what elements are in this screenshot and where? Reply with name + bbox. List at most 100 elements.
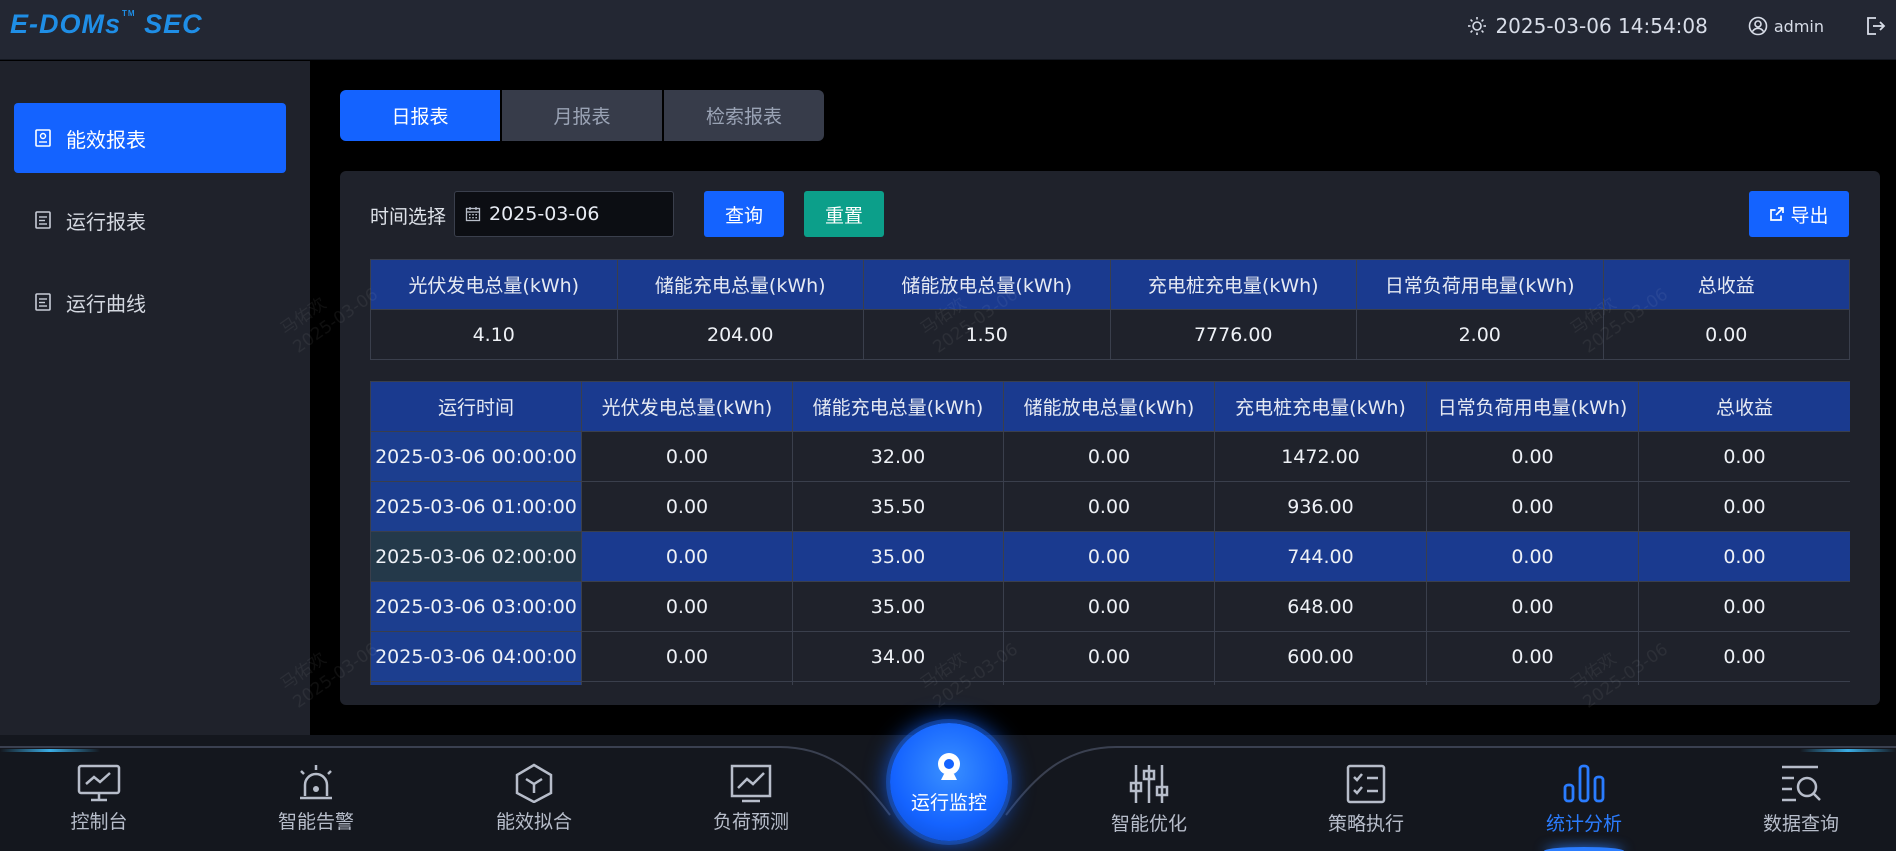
checklist-icon <box>1346 764 1386 804</box>
center-monitor-button[interactable]: 运行监控 <box>890 723 1008 841</box>
nav-item-data-query[interactable]: 数据查询 <box>1731 763 1871 836</box>
logout-button[interactable] <box>1864 15 1886 37</box>
export-button[interactable]: 导出 <box>1749 191 1849 237</box>
time-select-label: 时间选择 <box>370 206 447 228</box>
export-icon <box>1770 207 1785 221</box>
search-list-icon <box>1782 765 1821 802</box>
detail-header-row: 运行时间 光伏发电总量(kWh) 储能充电总量(kWh) 储能放电总量(kWh)… <box>370 381 1850 432</box>
summary-cell: 204.00 <box>616 309 864 360</box>
table-cell: 0.00 <box>1638 581 1850 632</box>
table-row[interactable]: 2025-03-06 04:00:00 0.00 34.00 0.00 600.… <box>370 631 1850 682</box>
nav-item-label: 统计分析 <box>1545 813 1622 835</box>
table-cell: 0.00 <box>1426 431 1639 482</box>
logout-icon <box>1867 17 1886 35</box>
table-cell <box>1638 681 1850 685</box>
bar-chart-icon <box>1563 764 1605 803</box>
sidebar-item-energy-report[interactable]: 能效报表 <box>14 103 286 173</box>
table-cell: 600.00 <box>1214 631 1427 682</box>
table-cell: 35.00 <box>792 531 1004 582</box>
nav-item-smart-optimize[interactable]: 智能优化 <box>1079 763 1219 836</box>
table-cell: 0.00 <box>1003 531 1215 582</box>
summary-cell: 2.00 <box>1356 309 1604 360</box>
table-cell: 0.00 <box>581 431 793 482</box>
nav-item-strategy[interactable]: 策略执行 <box>1296 763 1436 836</box>
nav-item-load-forecast[interactable]: 负荷预测 <box>681 763 821 834</box>
date-picker[interactable]: 2025-03-06 <box>454 191 674 237</box>
table-cell: 32.00 <box>792 431 1004 482</box>
table-row[interactable]: 2025-03-06 01:00:00 0.00 35.50 0.00 936.… <box>370 481 1850 532</box>
detail-header: 储能充电总量(kWh) <box>792 381 1004 432</box>
sidebar-item-operation-curve[interactable]: 运行曲线 <box>14 267 286 337</box>
table-cell: 2025-03-06 01:00:00 <box>370 481 582 532</box>
summary-cell: 1.50 <box>863 309 1111 360</box>
top-header: E-DOMsTM SEC 2025-03-06 14:54:08 admin <box>0 0 1896 60</box>
user-menu[interactable]: admin <box>1748 16 1824 36</box>
table-cell: 744.00 <box>1214 531 1427 582</box>
camera-icon <box>938 752 960 780</box>
sliders-icon <box>1129 765 1169 803</box>
table-row[interactable]: 2025-03-06 03:00:00 0.00 35.00 0.00 648.… <box>370 581 1850 632</box>
nav-item-label: 数据查询 <box>1762 813 1839 835</box>
report-icon <box>35 293 51 311</box>
summary-value-row: 4.10 204.00 1.50 7776.00 2.00 0.00 <box>370 309 1850 360</box>
table-row[interactable] <box>370 681 1850 685</box>
table-row[interactable]: 2025-03-06 00:00:00 0.00 32.00 0.00 1472… <box>370 431 1850 482</box>
table-cell: 35.50 <box>792 481 1004 532</box>
nav-item-label: 智能优化 <box>1110 813 1187 835</box>
nav-item-energy-fit[interactable]: 能效拟合 <box>464 763 604 834</box>
nav-item-label: 智能告警 <box>277 811 354 833</box>
summary-header: 总收益 <box>1602 259 1850 310</box>
nav-glow-line <box>0 749 100 752</box>
tab-monthly[interactable]: 月报表 <box>502 90 662 141</box>
reset-button[interactable]: 重置 <box>804 191 884 237</box>
datetime-text: 2025-03-06 14:54:08 <box>1495 14 1708 38</box>
report-icon <box>35 211 51 229</box>
table-cell: 0.00 <box>581 631 793 682</box>
query-button[interactable]: 查询 <box>704 191 784 237</box>
detail-table-scroll[interactable]: 运行时间 光伏发电总量(kWh) 储能充电总量(kWh) 储能放电总量(kWh)… <box>370 381 1850 685</box>
detail-header: 光伏发电总量(kWh) <box>581 381 793 432</box>
alarm-icon <box>300 765 332 800</box>
username: admin <box>1773 16 1824 36</box>
sidebar-item-label: 能效报表 <box>66 127 146 152</box>
table-cell: 0.00 <box>1638 481 1850 532</box>
tab-daily[interactable]: 日报表 <box>340 90 500 141</box>
nav-item-label: 能效拟合 <box>495 811 572 833</box>
trend-chart-icon <box>730 764 772 803</box>
user-icon <box>1748 16 1768 36</box>
summary-header: 充电桩充电量(kWh) <box>1109 259 1357 310</box>
active-indicator <box>1544 847 1624 851</box>
report-icon <box>35 129 51 147</box>
table-cell: 648.00 <box>1214 581 1427 632</box>
nav-item-label: 负荷预测 <box>712 811 789 833</box>
table-cell: 0.00 <box>1638 631 1850 682</box>
table-cell: 2025-03-06 03:00:00 <box>370 581 582 632</box>
nav-item-alarm[interactable]: 智能告警 <box>246 763 386 834</box>
table-cell: 936.00 <box>1214 481 1427 532</box>
table-cell: 0.00 <box>1638 531 1850 582</box>
table-cell <box>370 681 582 685</box>
table-cell: 0.00 <box>1426 631 1639 682</box>
detail-header: 储能放电总量(kWh) <box>1003 381 1215 432</box>
detail-header: 充电桩充电量(kWh) <box>1214 381 1427 432</box>
sidebar: 能效报表 运行报表 运行曲线 <box>0 61 310 735</box>
detail-header: 日常负荷用电量(kWh) <box>1426 381 1639 432</box>
monitor-icon <box>77 764 121 802</box>
table-cell: 0.00 <box>1638 431 1850 482</box>
detail-header: 总收益 <box>1638 381 1850 432</box>
hexagon-icon <box>515 763 553 803</box>
table-cell: 0.00 <box>1003 431 1215 482</box>
table-cell <box>1003 681 1215 685</box>
table-cell: 0.00 <box>1003 481 1215 532</box>
sidebar-item-operation-report[interactable]: 运行报表 <box>14 185 286 255</box>
report-panel: 时间选择 2025-03-06 查询 重置 导出 光伏发电总量(kWh) 储能充… <box>340 171 1880 705</box>
nav-item-console[interactable]: 控制台 <box>29 763 169 834</box>
nav-item-statistics[interactable]: 统计分析 <box>1514 763 1654 851</box>
date-value: 2025-03-06 <box>489 203 600 225</box>
nav-item-label: 策略执行 <box>1327 813 1404 835</box>
tab-search[interactable]: 检索报表 <box>664 90 824 141</box>
table-cell: 1472.00 <box>1214 431 1427 482</box>
table-row-hovered[interactable]: 2025-03-06 02:00:00 0.00 35.00 0.00 744.… <box>370 531 1850 582</box>
table-cell: 0.00 <box>581 481 793 532</box>
detail-table: 运行时间 光伏发电总量(kWh) 储能充电总量(kWh) 储能放电总量(kWh)… <box>370 381 1850 685</box>
